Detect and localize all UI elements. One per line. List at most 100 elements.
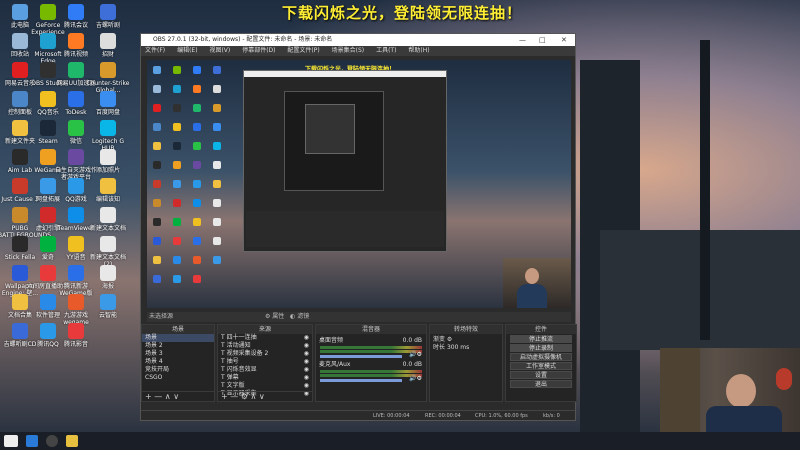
desktop-icon[interactable]: 吉螺听剧 xyxy=(86,4,130,29)
desktop-icon[interactable]: 云智能 xyxy=(86,294,130,319)
speaker-icon[interactable]: 🔊⚙ xyxy=(409,351,422,358)
transition-select[interactable]: 渐变 ⚙ xyxy=(430,336,502,344)
preview-app-icon xyxy=(193,218,201,226)
app-icon xyxy=(100,178,116,194)
preview-app-icon xyxy=(193,104,201,112)
preview-canvas[interactable]: 下载闪烁之光，登陆领无限连抽！ xyxy=(147,60,571,308)
preview-app-icon xyxy=(193,180,201,188)
preview-app-icon xyxy=(153,123,161,131)
desktop-icon-label: 添加照片 xyxy=(95,167,120,174)
preview-app-icon xyxy=(153,66,161,74)
streamer-head xyxy=(525,268,539,284)
visibility-eye-icon[interactable]: ◉ xyxy=(304,382,309,390)
desktop-icon[interactable]: 腾讯影音 xyxy=(54,323,98,348)
source-label: 闪烁音效显 xyxy=(226,366,257,373)
desktop-icon[interactable]: 百度网盘 xyxy=(86,91,130,116)
minimize-button[interactable]: — xyxy=(519,34,526,46)
menu-profile[interactable]: 配置文件(P) xyxy=(287,47,319,54)
visibility-eye-icon[interactable]: ◉ xyxy=(304,342,309,350)
visibility-eye-icon[interactable]: ◉ xyxy=(304,350,309,358)
speaker-icon[interactable]: 🔊⚙ xyxy=(409,375,422,382)
properties-label: 属性 xyxy=(272,313,285,320)
scene-item[interactable]: CSGO xyxy=(142,374,214,382)
close-button[interactable]: ✕ xyxy=(561,34,567,46)
app-icon xyxy=(68,62,84,78)
sources-dock: 来源 T 四十一连抽 ◉ T 活动通知 ◉ T 视频采集设备 2 ◉ T 抽号 ◉ T … xyxy=(217,324,313,402)
scene-item[interactable]: 竞技开局 xyxy=(142,366,214,374)
preview-app-icon xyxy=(193,275,201,283)
menu-view[interactable]: 视图(V) xyxy=(209,47,230,54)
preview-app-icon xyxy=(153,275,161,283)
source-item[interactable]: T 闪烁音效显 ◉ xyxy=(218,366,312,374)
kbps-indicator: kb/s: 0 xyxy=(543,413,560,419)
desktop-icon[interactable]: 新建文本文档 xyxy=(86,207,130,232)
desktop-icon[interactable]: Logitech G HUB xyxy=(86,120,130,152)
app-icon xyxy=(68,207,84,223)
visibility-eye-icon[interactable]: ◉ xyxy=(304,358,309,366)
webcam-source xyxy=(503,258,571,308)
source-item[interactable]: T 四十一连抽 ◉ xyxy=(218,334,312,342)
volume-slider[interactable]: 🔊⚙ xyxy=(320,375,422,382)
visibility-eye-icon[interactable]: ◉ xyxy=(304,366,309,374)
menu-file[interactable]: 文件(F) xyxy=(145,47,165,54)
preview-app-icon xyxy=(153,180,161,188)
desktop-icon[interactable]: 新建文本文档 (2) xyxy=(86,236,130,268)
preview-app-icon xyxy=(173,142,181,150)
source-item[interactable]: T 文字版 ◉ xyxy=(218,382,312,390)
mixer-dock: 混音器 桌面音频 0.0 dB 🔊⚙ 麦克风/Aux 0.0 dB 🔊⚙ xyxy=(315,324,427,402)
preview-app-icon xyxy=(173,123,181,131)
scene-item[interactable]: 场景 3 xyxy=(142,350,214,358)
control-button[interactable]: 启动虚拟摄像机 xyxy=(510,353,572,361)
windows-start-icon[interactable] xyxy=(26,435,38,447)
properties-button[interactable]: ⚙ 属性 ◐ 滤镜 xyxy=(265,312,309,322)
source-item[interactable]: T 弹幕 ◉ xyxy=(218,374,312,382)
visibility-eye-icon[interactable]: ◉ xyxy=(304,374,309,382)
streamer-body xyxy=(517,284,547,308)
control-buttons: 停止推流 停止录制 启动虚拟摄像机 工作室模式 设置 退出 xyxy=(506,335,576,388)
preview-app-icon xyxy=(213,237,221,245)
menu-docks[interactable]: 停靠部件(D) xyxy=(242,47,275,54)
preview-app-icon xyxy=(173,256,181,264)
preview-app-icon xyxy=(213,85,221,93)
preview-app-icon xyxy=(213,161,221,169)
control-button[interactable]: 设置 xyxy=(510,371,572,379)
menu-edit[interactable]: 编辑(E) xyxy=(177,47,197,54)
scene-item[interactable]: 场景 xyxy=(142,334,214,342)
source-item[interactable]: T 抽号 ◉ xyxy=(218,358,312,366)
menu-tools[interactable]: 工具(T) xyxy=(376,47,396,54)
file-explorer-icon[interactable] xyxy=(66,435,78,447)
preview-app-icon xyxy=(213,180,221,188)
preview-app-icon xyxy=(193,237,201,245)
desktop-icon[interactable]: 招财 xyxy=(86,33,130,58)
maximize-button[interactable]: □ xyxy=(539,34,546,46)
preview-app-icon xyxy=(213,104,221,112)
obs-titlebar[interactable]: OBS 27.0.1 (32-bit, windows) - 配置文件: 未命名… xyxy=(141,34,575,46)
red-lantern xyxy=(776,368,792,390)
transition-duration[interactable]: 时长 300 ms xyxy=(430,344,502,352)
status-bar: LIVE: 00:00:04 REC: 00:00:04 CPU: 1.0%, … xyxy=(141,410,575,420)
window-title: OBS 27.0.1 (32-bit, windows) - 配置文件: 未命名… xyxy=(153,36,333,43)
app-icon xyxy=(100,62,116,78)
context-bar: 未选择源 ⚙ 属性 ◐ 滤镜 xyxy=(147,312,571,322)
desktop-icon[interactable]: Counter-Strike Global... xyxy=(86,62,130,94)
menu-scene-collection[interactable]: 场景集合(S) xyxy=(332,47,365,54)
visibility-eye-icon[interactable]: ◉ xyxy=(304,334,309,342)
scene-item[interactable]: 场景 2 xyxy=(142,342,214,350)
desktop-icon[interactable]: 海报 xyxy=(86,265,130,290)
desktop-icon[interactable]: 添加照片 xyxy=(86,149,130,174)
obs-taskbar-icon[interactable] xyxy=(46,435,58,447)
control-button[interactable]: 停止推流 xyxy=(510,335,572,343)
webcam-overlay xyxy=(660,348,800,432)
search-icon[interactable] xyxy=(4,435,18,447)
obs-window[interactable]: OBS 27.0.1 (32-bit, windows) - 配置文件: 未命名… xyxy=(140,33,577,421)
volume-slider[interactable]: 🔊⚙ xyxy=(320,351,422,358)
scene-item[interactable]: 场景 4 xyxy=(142,358,214,366)
control-button[interactable]: 停止录制 xyxy=(510,344,572,352)
menu-help[interactable]: 帮助(H) xyxy=(408,47,429,54)
control-button[interactable]: 退出 xyxy=(510,380,572,388)
source-item[interactable]: T 活动通知 ◉ xyxy=(218,342,312,350)
desktop-icon[interactable]: 编辑该知 xyxy=(86,178,130,203)
source-item[interactable]: T 视频采集设备 2 ◉ xyxy=(218,350,312,358)
control-button[interactable]: 工作室模式 xyxy=(510,362,572,370)
desktop-icon-label: 云智能 xyxy=(98,312,117,319)
